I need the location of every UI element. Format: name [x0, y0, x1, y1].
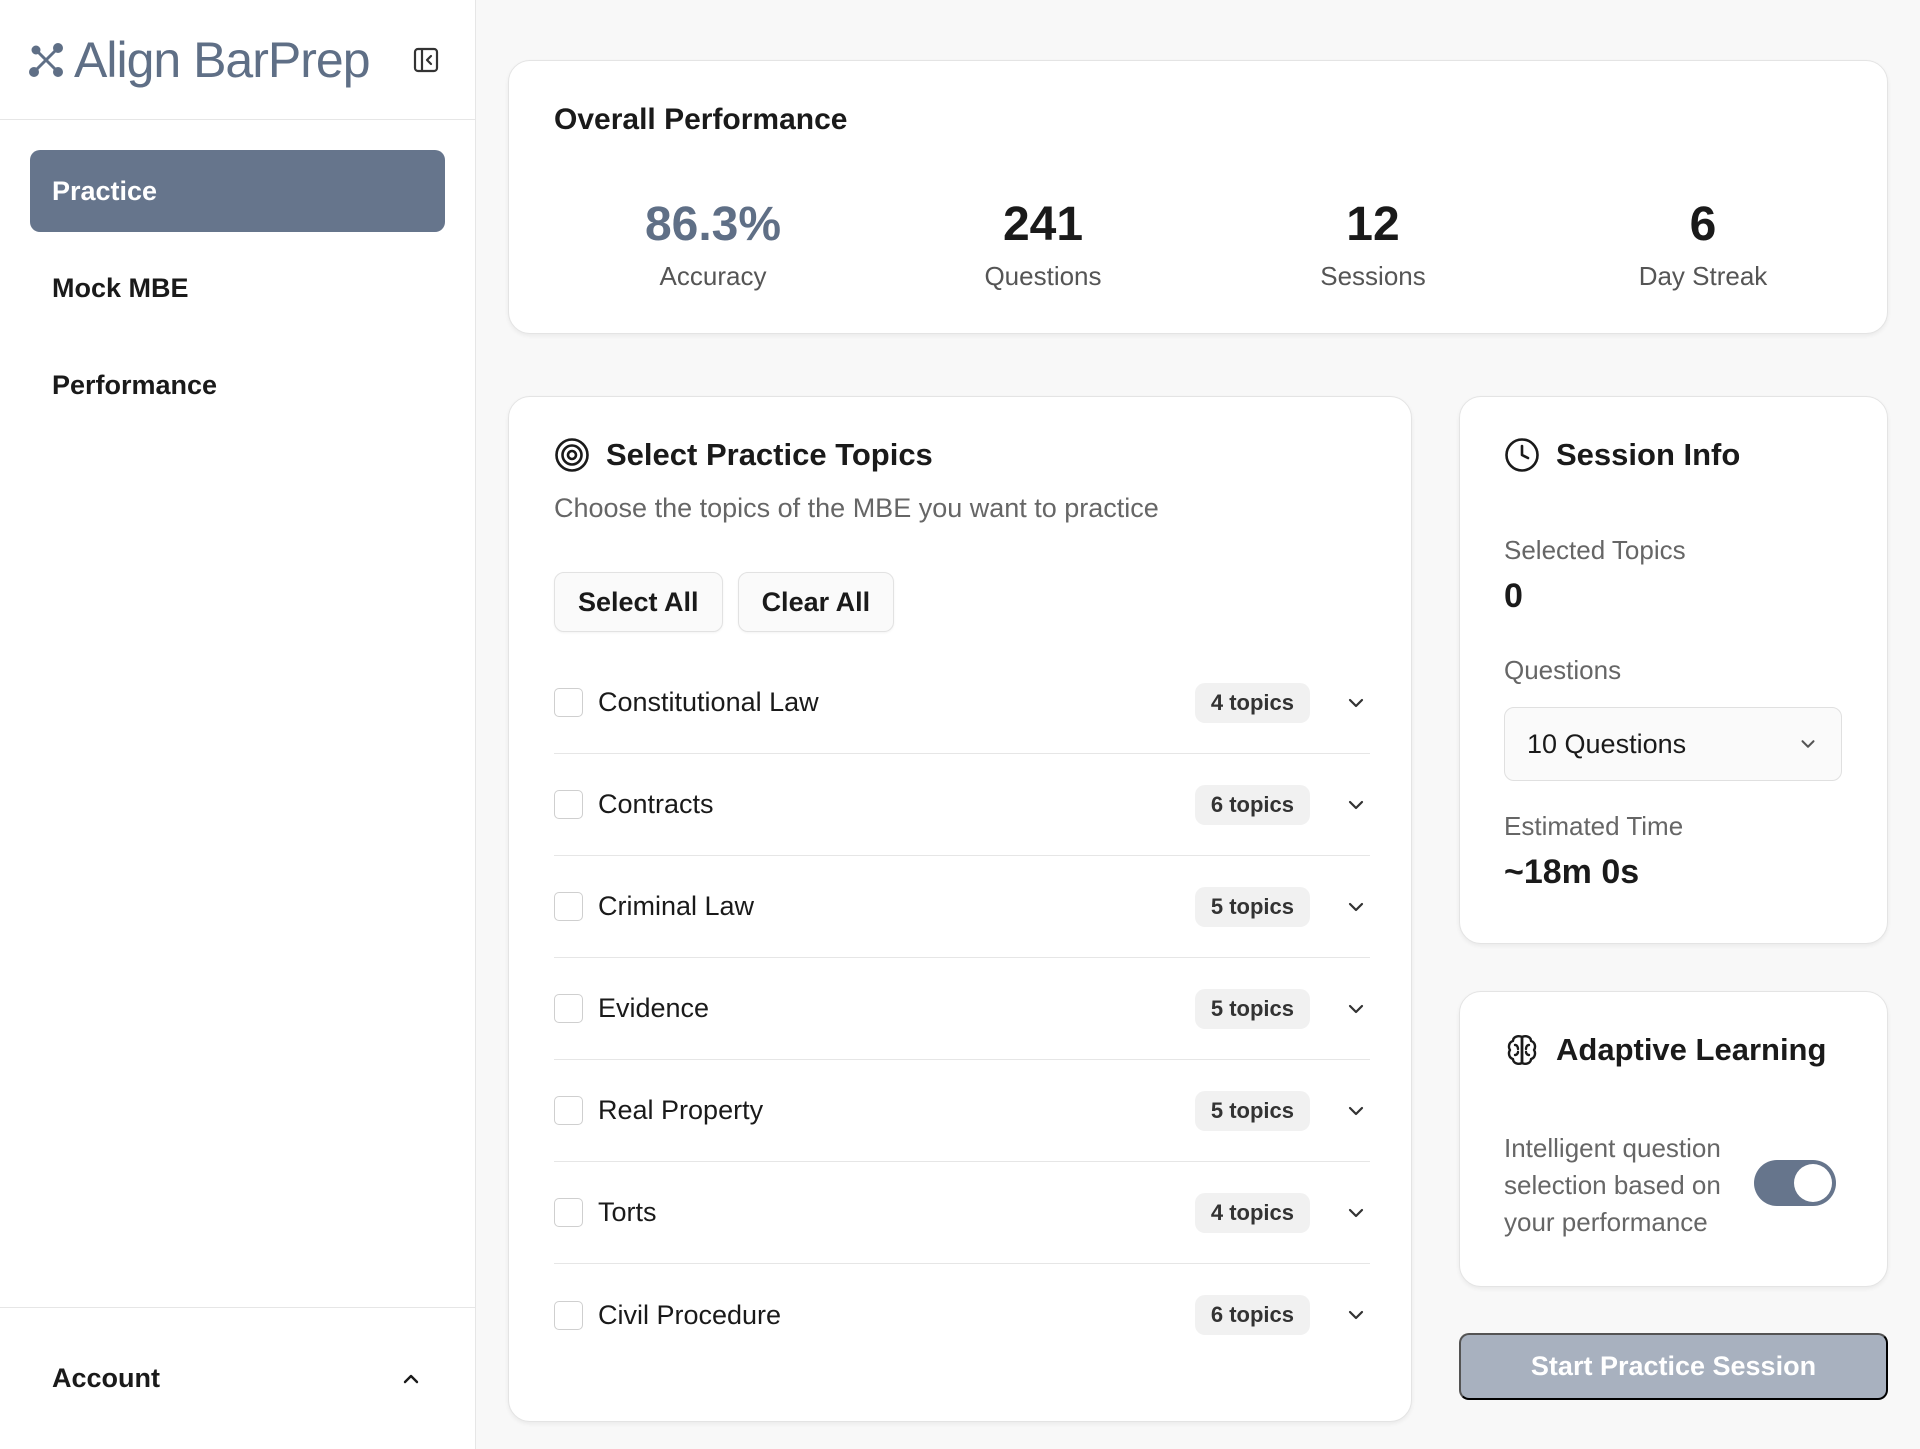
topics-title: Select Practice Topics [606, 437, 933, 472]
topic-name: Criminal Law [598, 891, 755, 921]
topic-row[interactable]: Civil Procedure 6 topics [554, 1264, 1370, 1366]
overall-performance-title: Overall Performance [554, 103, 848, 136]
stat-label: Sessions [1320, 261, 1426, 291]
topic-name: Torts [598, 1197, 657, 1227]
logo-icon [29, 42, 63, 77]
topics-header: Select Practice Topics [554, 437, 933, 473]
topic-checkbox[interactable] [554, 688, 583, 717]
sidebar-item-mock-mbe[interactable]: Mock MBE [30, 247, 445, 329]
topic-list: Constitutional Law 4 topics Contracts 6 … [554, 652, 1370, 1366]
stat-label: Day Streak [1638, 261, 1768, 291]
topic-checkbox[interactable] [554, 994, 583, 1023]
stat-day-streak: 6 Day Streak [1553, 201, 1853, 292]
adaptive-header: Adaptive Learning [1504, 1032, 1826, 1068]
stat-value: 86.3% [644, 198, 782, 251]
adaptive-learning-card: Adaptive Learning Intelligent question s… [1459, 991, 1888, 1287]
topic-checkbox[interactable] [554, 1096, 583, 1125]
stat-sessions: 12 Sessions [1223, 201, 1523, 292]
topic-checkbox[interactable] [554, 1300, 583, 1330]
topic-row[interactable]: Torts 4 topics [554, 1162, 1370, 1264]
toggle-knob [1794, 1164, 1832, 1202]
stat-questions: 241 Questions [893, 201, 1193, 292]
chevron-down-icon[interactable] [1342, 1301, 1370, 1329]
session-title: Session Info [1556, 437, 1741, 472]
topic-count-badge: 4 topics [1194, 682, 1310, 723]
brain-icon [1507, 1035, 1537, 1065]
topic-checkbox[interactable] [554, 892, 583, 921]
topic-count-badge: 4 topics [1194, 1192, 1310, 1233]
chevron-down-icon[interactable] [1342, 1097, 1370, 1125]
questions-select-value: 10 Questions [1527, 728, 1687, 759]
sidebar: Align BarPrep Practice Mock MBE Performa… [0, 0, 476, 1449]
stat-value: 6 [1689, 198, 1717, 251]
topic-checkbox[interactable] [554, 1198, 583, 1227]
topics-subtitle: Choose the topics of the MBE you want to… [554, 493, 1159, 523]
topic-row[interactable]: Contracts 6 topics [554, 754, 1370, 856]
chevron-down-icon[interactable] [1342, 689, 1370, 717]
sidebar-collapse-icon[interactable] [412, 46, 440, 74]
account-label: Account [52, 1363, 160, 1393]
topic-count-badge: 5 topics [1194, 988, 1310, 1029]
sidebar-nav: Practice Mock MBE Performance [0, 120, 475, 441]
topic-name: Evidence [598, 993, 710, 1023]
topic-row[interactable]: Evidence 5 topics [554, 958, 1370, 1060]
topic-count-badge: 5 topics [1194, 1090, 1310, 1131]
adaptive-description: Intelligent question selection based on … [1504, 1133, 1721, 1237]
topic-name: Constitutional Law [598, 687, 819, 717]
overall-performance-card: Overall Performance 86.3% Accuracy 241 Q… [508, 60, 1888, 334]
session-info-card: Session Info Selected Topics 0 Questions… [1459, 396, 1888, 944]
select-all-button[interactable]: Select All [554, 572, 723, 632]
topic-actions: Select All Clear All [554, 572, 895, 632]
chevron-down-icon[interactable] [1342, 893, 1370, 921]
chevron-down-icon[interactable] [1342, 995, 1370, 1023]
selected-topics-value: 0 [1504, 577, 1523, 615]
topic-row[interactable]: Real Property 5 topics [554, 1060, 1370, 1162]
sidebar-item-practice[interactable]: Practice [30, 150, 445, 232]
selected-topics-label: Selected Topics [1504, 535, 1686, 565]
topic-count-badge: 6 topics [1194, 784, 1310, 825]
brand-name: Align BarPrep [74, 31, 370, 88]
stat-value: 12 [1346, 198, 1400, 251]
chevron-up-icon [403, 1374, 419, 1383]
stat-accuracy: 86.3% Accuracy [563, 201, 863, 292]
stat-label: Questions [984, 261, 1102, 291]
topic-name: Real Property [598, 1095, 764, 1125]
adaptive-title: Adaptive Learning [1556, 1032, 1827, 1067]
clock-icon [1505, 438, 1539, 472]
main-content: Overall Performance 86.3% Accuracy 241 Q… [476, 0, 1920, 1449]
estimated-time-value: ~18m 0s [1504, 853, 1640, 891]
questions-label: Questions [1504, 655, 1622, 685]
target-icon [555, 438, 589, 472]
sidebar-item-performance[interactable]: Performance [30, 344, 445, 426]
topic-count-badge: 5 topics [1194, 886, 1310, 927]
estimated-time-label: Estimated Time [1504, 811, 1684, 841]
chevron-down-icon[interactable] [1342, 791, 1370, 819]
app: Align BarPrep Practice Mock MBE Performa… [0, 0, 1920, 1449]
questions-select[interactable]: 10 Questions [1504, 707, 1842, 781]
topic-name: Contracts [598, 789, 714, 819]
clear-all-button[interactable]: Clear All [737, 572, 895, 632]
stat-value: 241 [1002, 198, 1084, 251]
account-menu[interactable]: Account [0, 1307, 475, 1449]
adaptive-learning-toggle[interactable] [1754, 1160, 1836, 1206]
stat-label: Accuracy [659, 261, 767, 291]
chevron-down-icon[interactable] [1342, 1199, 1370, 1227]
topic-count-badge: 6 topics [1194, 1295, 1310, 1335]
session-header: Session Info [1504, 437, 1740, 473]
topic-row[interactable]: Constitutional Law 4 topics [554, 652, 1370, 754]
practice-topics-card: Select Practice Topics Choose the topics… [508, 396, 1412, 1422]
brand-header: Align BarPrep [0, 0, 475, 120]
start-practice-session-button[interactable]: Start Practice Session [1459, 1333, 1888, 1400]
topic-name: Civil Procedure [598, 1299, 782, 1330]
topic-row[interactable]: Criminal Law 5 topics [554, 856, 1370, 958]
topic-checkbox[interactable] [554, 790, 583, 819]
chevron-down-icon [1801, 740, 1815, 748]
